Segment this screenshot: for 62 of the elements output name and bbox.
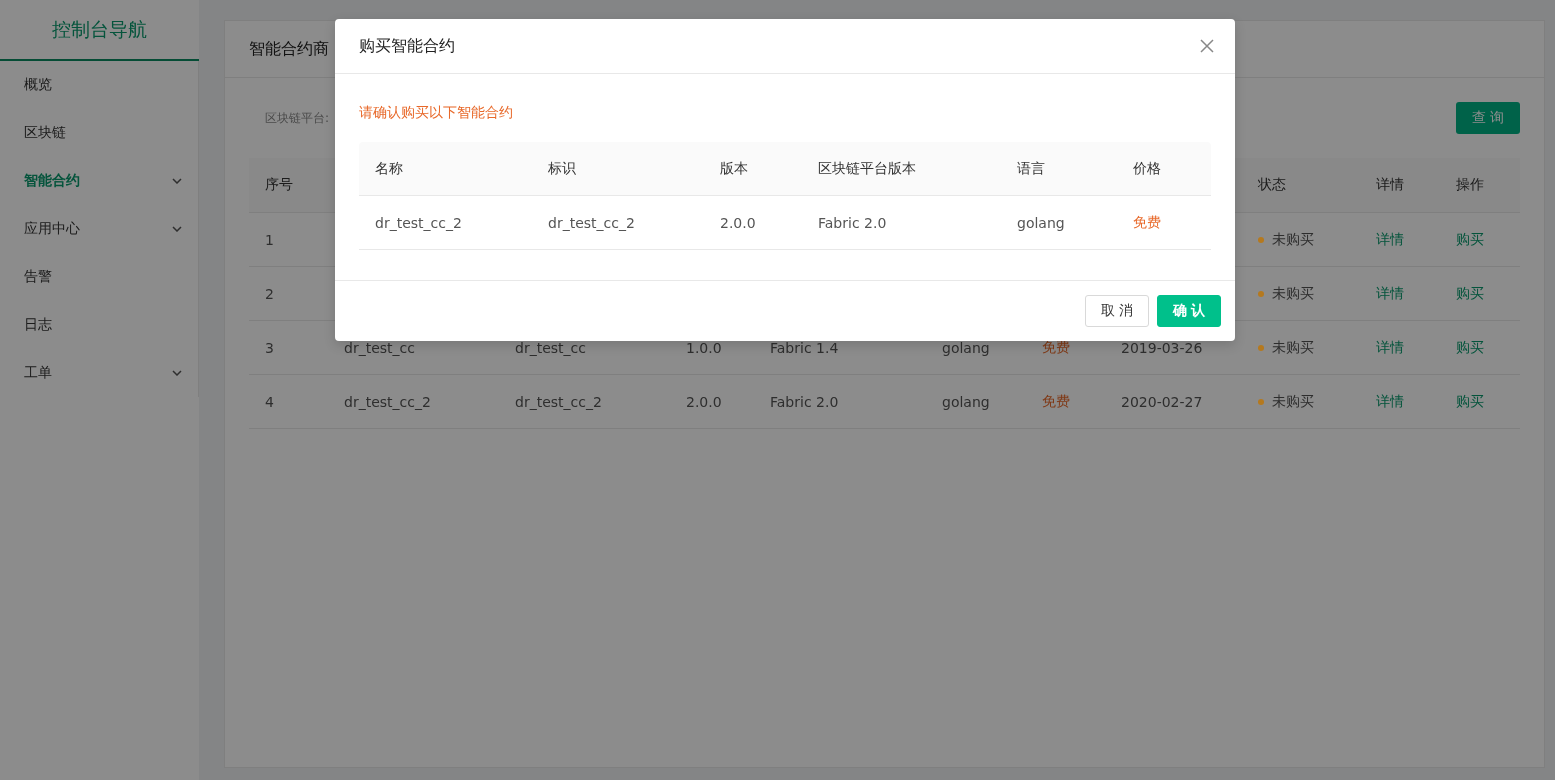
table-cell-text: Fabric 2.0	[817, 214, 888, 231]
table-cell-text: dr_test_cc_2	[514, 393, 603, 410]
detail-link[interactable]: 详情	[1360, 392, 1440, 411]
table-cell-text: Fabric 2.0	[769, 393, 840, 410]
detail-link[interactable]: 详情	[1360, 230, 1440, 249]
query-button[interactable]: 查 询	[1456, 102, 1520, 134]
nav-item[interactable]: 应用中心	[0, 205, 198, 253]
column-header: 语言	[1016, 159, 1046, 178]
column-header: 版本	[719, 159, 749, 178]
status-text: 未购买	[1272, 392, 1314, 411]
page-title: 智能合约商	[249, 38, 329, 60]
table-cell-text: 2.0.0	[685, 393, 723, 410]
confirm-notice: 请确认购买以下智能合约	[359, 104, 514, 122]
table-cell-text: 1.0.0	[685, 339, 723, 356]
table-cell-text: dr_test_cc	[514, 339, 587, 356]
table-cell-text: dr_test_cc_2	[374, 214, 463, 231]
cancel-button[interactable]: 取 消	[1085, 295, 1149, 327]
dialog-title: 购买智能合约	[359, 35, 455, 57]
column-header: 序号	[264, 176, 294, 194]
detail-link[interactable]: 详情	[1360, 284, 1440, 303]
row-index: 2	[264, 285, 275, 302]
filter-label: 区块链平台:	[265, 109, 330, 127]
column-header: 价格	[1132, 159, 1162, 178]
buy-link[interactable]: 购买	[1440, 338, 1520, 357]
column-header: 名称	[374, 159, 404, 178]
nav-item[interactable]: 智能合约	[0, 157, 198, 205]
nav-item[interactable]: 概览	[0, 61, 198, 109]
status-text: 未购买	[1272, 284, 1314, 303]
buy-link[interactable]: 购买	[1440, 230, 1520, 249]
table-cell-text: 2019-03-26	[1120, 339, 1204, 356]
buy-link[interactable]: 购买	[1440, 392, 1520, 411]
price-text: 免费	[1041, 338, 1071, 357]
price-text: 免费	[1132, 213, 1162, 232]
column-header: 区块链平台版本	[817, 159, 917, 178]
buy-link[interactable]: 购买	[1440, 284, 1520, 303]
table-cell-text: 2020-02-27	[1120, 393, 1204, 410]
column-header: 标识	[547, 159, 577, 178]
table-cell-text: golang	[1016, 214, 1066, 231]
nav-item[interactable]: 日志	[0, 301, 198, 349]
row-index: 3	[264, 339, 275, 356]
status-text: 未购买	[1272, 338, 1314, 357]
column-header: 操作	[1455, 176, 1485, 194]
table-cell-text: golang	[941, 393, 991, 410]
nav-item[interactable]: 区块链	[0, 109, 198, 157]
table-cell-text: dr_test_cc	[343, 339, 416, 356]
table-cell-text: 2.0.0	[719, 214, 757, 231]
table-cell-text: dr_test_cc_2	[343, 393, 432, 410]
column-header: 状态	[1257, 176, 1287, 194]
status-text: 未购买	[1272, 230, 1314, 249]
nav-item[interactable]: 工单	[0, 349, 198, 397]
detail-link[interactable]: 详情	[1360, 338, 1440, 357]
sidebar-title: 控制台导航	[0, 0, 199, 61]
close-icon[interactable]	[1199, 38, 1215, 54]
row-index: 1	[264, 231, 275, 248]
table-cell-text: Fabric 1.4	[769, 339, 840, 356]
column-header: 详情	[1375, 176, 1405, 194]
table-cell-text: dr_test_cc_2	[547, 214, 636, 231]
confirm-button[interactable]: 确 认	[1157, 295, 1221, 327]
nav-item[interactable]: 告警	[0, 253, 198, 301]
row-index: 4	[264, 393, 275, 410]
price-text: 免费	[1041, 392, 1071, 411]
table-cell-text: golang	[941, 339, 991, 356]
